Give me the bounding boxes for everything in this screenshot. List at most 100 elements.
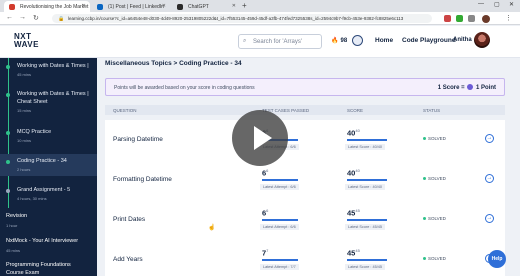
close-icon[interactable]: ✕ bbox=[82, 3, 86, 9]
minimize-icon[interactable]: — bbox=[478, 1, 484, 7]
open-question-arrow-icon[interactable]: → bbox=[485, 174, 494, 183]
menu-icon[interactable]: ⋮ bbox=[505, 14, 512, 22]
chatgpt-icon bbox=[177, 3, 183, 10]
score-max: 40 bbox=[355, 168, 360, 173]
solved-dot-icon bbox=[423, 217, 426, 220]
main-content: Miscellaneous Topics > Coding Practice -… bbox=[97, 58, 520, 276]
sidebar-item-mcq-practice[interactable]: MCQ Practice 10 mins bbox=[0, 126, 97, 146]
close-icon[interactable]: ✕ bbox=[232, 3, 236, 9]
sidebar-item-grand-assignment[interactable]: Grand Assignment - 5 4 hours, 30 mins bbox=[0, 184, 97, 204]
score-value: 4545 bbox=[347, 208, 360, 218]
sidebar-item-title: Coding Practice - 34 bbox=[17, 158, 67, 164]
mouse-cursor-icon: ☝ bbox=[208, 225, 216, 231]
tests-passed: 66 bbox=[262, 168, 268, 178]
points-info-banner: Points will be awarded based on your sco… bbox=[105, 78, 505, 96]
forward-icon[interactable]: → bbox=[19, 14, 26, 21]
status-label: SOLVED bbox=[428, 256, 446, 261]
sidebar-item-dates-times-1[interactable]: Working with Dates & Times | 45 mins bbox=[0, 60, 97, 80]
close-icon[interactable]: ✕ bbox=[162, 3, 166, 9]
column-status: STATUS bbox=[423, 108, 441, 113]
avatar[interactable] bbox=[474, 32, 490, 48]
logo-line-2: WAVE bbox=[14, 40, 39, 49]
table-header: QUESTION TEST CASES PASSED SCORE STATUS bbox=[105, 105, 505, 115]
streak-counter[interactable]: 🔥 98 bbox=[331, 37, 347, 44]
table-row[interactable]: Formatting Datetime 66 Latest Attempt : … bbox=[105, 160, 505, 200]
sidebar-item-title: Grand Assignment - 5 bbox=[17, 187, 71, 193]
sidebar-item-title-line2: Cheat Sheet bbox=[17, 99, 48, 105]
solved-dot-icon bbox=[423, 137, 426, 140]
sidebar-item-duration: 2 hours bbox=[17, 167, 31, 172]
sidebar-section-revision[interactable]: Revision bbox=[6, 213, 27, 219]
sidebar-section-nxtmock[interactable]: NxtMock - Your AI Interviewer bbox=[6, 238, 78, 244]
sidebar-item-coding-practice-34[interactable]: Coding Practice - 34 2 hours bbox=[0, 154, 97, 176]
sidebar-section-duration: 45 mins bbox=[6, 248, 21, 253]
open-question-arrow-icon[interactable]: → bbox=[485, 214, 494, 223]
sidebar-item-duration: 4 hours, 30 mins bbox=[17, 196, 47, 201]
latest-score: Latest Score : 40/40 bbox=[345, 184, 385, 190]
back-icon[interactable]: ← bbox=[6, 14, 13, 21]
pending-dot-icon bbox=[6, 189, 10, 193]
puzzle-icon[interactable] bbox=[468, 15, 475, 22]
sidebar-item-cheat-sheet[interactable]: Working with Dates & Times | Cheat Sheet… bbox=[0, 88, 97, 116]
sidebar-section-course-exam[interactable]: Programming Foundations bbox=[6, 262, 71, 268]
table-row[interactable]: Parsing Datetime 66 Latest Attempt : 6/6… bbox=[105, 120, 505, 160]
play-icon bbox=[254, 126, 272, 150]
youtube-icon bbox=[9, 3, 15, 10]
tests-progress-bar bbox=[262, 259, 298, 261]
sidebar-item-duration: 45 mins bbox=[17, 72, 32, 77]
score-progress-bar bbox=[347, 139, 387, 141]
open-question-arrow-icon[interactable]: → bbox=[485, 134, 494, 143]
progress-badge-icon[interactable] bbox=[352, 35, 363, 46]
question-name[interactable]: Formatting Datetime bbox=[113, 176, 172, 183]
info-message: Points will be awarded based on your sco… bbox=[114, 85, 255, 91]
latest-attempt: Latest Attempt : 6/6 bbox=[260, 184, 299, 190]
sidebar-section-course-exam-line2: Course Exam bbox=[6, 270, 40, 276]
score-max: 45 bbox=[355, 208, 360, 213]
video-play-button[interactable] bbox=[232, 110, 288, 166]
url-field[interactable]: 🔒 learning.ccbp.in/course?c_id=a6454e48-… bbox=[52, 14, 432, 23]
close-window-icon[interactable]: ✕ bbox=[509, 1, 514, 8]
nav-code-playground[interactable]: Code Playground bbox=[402, 37, 456, 44]
browser-tab-chatgpt[interactable]: ChatGPT ✕ bbox=[172, 1, 240, 12]
nxtwave-logo[interactable]: NXT WAVE bbox=[14, 33, 39, 49]
coin-icon bbox=[467, 84, 474, 90]
tests-total: 6 bbox=[266, 168, 269, 173]
course-sidebar: Working with Dates & Times | 45 mins Wor… bbox=[0, 58, 97, 276]
latest-attempt: Latest Attempt : 6/6 bbox=[260, 224, 299, 230]
tests-passed: 66 bbox=[262, 208, 268, 218]
profile-icon[interactable] bbox=[482, 15, 490, 23]
status-badge: SOLVED bbox=[423, 216, 446, 221]
browser-tab-revolutionising[interactable]: Revolutionising the Job Market ✕ bbox=[4, 1, 90, 12]
score-rule: 1 Score = 1 Point bbox=[438, 84, 496, 91]
complete-dot-icon bbox=[6, 65, 10, 69]
latest-attempt: Latest Attempt : 7/7 bbox=[260, 264, 299, 270]
question-name[interactable]: Add Years bbox=[113, 256, 143, 263]
score-rule-left: 1 Score = bbox=[437, 85, 465, 91]
nav-home[interactable]: Home bbox=[375, 37, 393, 44]
status-label: SOLVED bbox=[428, 176, 446, 181]
status-badge: SOLVED bbox=[423, 136, 446, 141]
score-rule-right: 1 Point bbox=[475, 85, 496, 91]
question-name[interactable]: Parsing Datetime bbox=[113, 136, 163, 143]
complete-dot-icon bbox=[6, 131, 10, 135]
column-score: SCORE bbox=[347, 108, 364, 113]
score-progress-bar bbox=[347, 179, 387, 181]
browser-tab-linkedin[interactable]: (1) Post | Feed | LinkedIn ✕ bbox=[92, 1, 170, 12]
table-row[interactable]: Print Dates 66 Latest Attempt : 6/6 4545… bbox=[105, 200, 505, 240]
url-text: learning.ccbp.in/course?c_id=a6454e48-d0… bbox=[68, 16, 404, 21]
complete-dot-icon bbox=[6, 160, 10, 164]
lock-icon: 🔒 bbox=[58, 15, 65, 22]
help-button[interactable]: Help bbox=[488, 250, 506, 268]
extension-icon[interactable] bbox=[444, 15, 451, 22]
sidebar-item-duration: 15 mins bbox=[17, 108, 32, 113]
question-name[interactable]: Print Dates bbox=[113, 216, 145, 223]
solved-dot-icon bbox=[423, 257, 426, 260]
maximize-icon[interactable]: ▢ bbox=[494, 1, 500, 8]
search-input[interactable]: ⌕ Search for 'Arrays' bbox=[238, 34, 322, 49]
search-placeholder: Search for 'Arrays' bbox=[253, 39, 302, 45]
table-row[interactable]: Add Years 77 Latest Attempt : 7/7 4545 L… bbox=[105, 240, 505, 276]
flame-icon: 🔥 bbox=[331, 38, 339, 44]
reload-icon[interactable]: ↻ bbox=[33, 14, 39, 22]
extension-icon[interactable] bbox=[456, 15, 463, 22]
new-tab-icon[interactable]: + bbox=[242, 1, 247, 10]
